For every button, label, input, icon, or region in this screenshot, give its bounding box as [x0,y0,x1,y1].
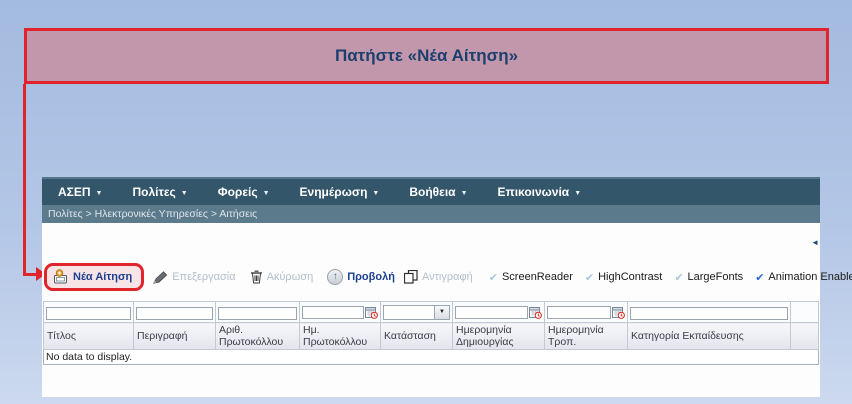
new-application-button[interactable]: Νέα Αίτηση [44,263,144,291]
column-header-katigoria-ekpaideysis[interactable]: Κατηγορία Εκπαίδευσης [628,323,791,350]
check-icon: ✔ [674,271,683,284]
new-application-label: Νέα Αίτηση [73,271,132,283]
column-header-titlos[interactable]: Τίτλος [44,323,134,350]
copy-button[interactable]: Αντιγραφή [404,270,473,284]
check-icon: ✔ [585,271,594,284]
filter-input-katigoria-ekpaideysis[interactable] [630,307,788,320]
accessibility-label: LargeFonts [688,271,744,283]
filter-input-perigrafi[interactable] [136,307,213,320]
nav-item-label: Φορείς [218,185,258,199]
chevron-down-icon: ▼ [96,190,103,197]
nav-item-label: Βοήθεια [409,185,455,199]
nav-item-label: ΑΣΕΠ [58,185,91,199]
nav-item-label: Πολίτες [132,185,175,199]
column-header-imerominia-trop[interactable]: Ημερομηνία Τροπ. [545,323,628,350]
chevron-down-icon: ▼ [263,190,270,197]
edit-button[interactable]: Επεξεργασία [153,271,235,284]
pencil-icon [153,271,168,284]
nav-item-enimerosi[interactable]: Ενημέρωση ▼ [300,185,380,199]
filter-input-im-protokollou[interactable] [302,306,364,319]
connector-line-horizontal [23,273,37,276]
view-label: Προβολή [347,271,395,283]
no-data-text: No data to display. [44,350,819,365]
nav-item-polites[interactable]: Πολίτες ▼ [132,185,187,199]
new-application-icon [52,269,69,285]
connector-line-vertical [23,84,26,275]
check-icon: ✔ [489,271,498,284]
accessibility-toggle-screenreader[interactable]: ✔ ScreenReader [489,271,573,284]
nav-item-foreis[interactable]: Φορείς ▼ [218,185,270,199]
breadcrumb-text: Πολίτες > Ηλεκτρονικές Υπηρεσίες > Αιτήσ… [48,208,257,220]
empty-table-row: No data to display. [44,350,819,365]
calendar-icon[interactable] [365,306,378,319]
filter-dropdown-katastasi[interactable]: ▼ [383,305,450,320]
accessibility-label: HighContrast [598,271,662,283]
calendar-icon[interactable] [529,306,542,319]
accessibility-label: Animation Enabled [768,271,852,283]
filter-input-titlos[interactable] [46,307,131,320]
collapse-panel-icon[interactable]: ◄ [811,239,819,247]
calendar-icon[interactable] [612,306,625,319]
dropdown-arrow-icon[interactable]: ▼ [434,306,449,319]
chevron-down-icon: ▼ [372,190,379,197]
copy-icon [404,270,418,284]
view-button[interactable]: ↑ Προβολή [327,269,395,285]
chevron-down-icon: ▼ [181,190,188,197]
cancel-button[interactable]: Ακύρωση [250,270,314,284]
accessibility-toggle-animation-enabled[interactable]: ✔ Animation Enabled [755,271,852,284]
copy-label: Αντιγραφή [422,271,473,283]
accessibility-label: ScreenReader [502,271,573,283]
check-icon: ✔ [755,271,764,284]
column-header-perigrafi[interactable]: Περιγραφή [134,323,216,350]
column-header-katastasi[interactable]: Κατάσταση [381,323,453,350]
main-navbar: ΑΣΕΠ▼Πολίτες▼Φορείς▼Ενημέρωση▼Βοήθεια▼Επ… [42,177,820,205]
column-header-imerominia-dimiourgias[interactable]: Ημερομηνία Δημιουργίας [453,323,545,350]
nav-item-label: Ενημέρωση [300,185,368,199]
accessibility-toggle-largefonts[interactable]: ✔ LargeFonts [674,271,743,284]
up-arrow-circle-icon: ↑ [327,269,343,285]
cancel-label: Ακύρωση [267,271,314,283]
filter-row: ▼ [44,302,819,323]
column-header-arith-protokollou[interactable]: Αριθ. Πρωτοκόλλου [216,323,300,350]
filter-input-imerominia-trop[interactable] [547,306,611,319]
chevron-down-icon: ▼ [574,190,581,197]
accessibility-toggle-highcontrast[interactable]: ✔ HighContrast [585,271,662,284]
application-window: ΑΣΕΠ▼Πολίτες▼Φορείς▼Ενημέρωση▼Βοήθεια▼Επ… [42,177,820,397]
chevron-down-icon: ▼ [461,190,468,197]
header-row: ΤίτλοςΠεριγραφήΑριθ. ΠρωτοκόλλουΗμ. Πρωτ… [44,323,819,350]
toolbar: Νέα Αίτηση Επεξεργασία Ακύρωση ↑ [44,262,852,292]
trash-icon [250,270,263,284]
nav-item-voithia[interactable]: Βοήθεια ▼ [409,185,467,199]
filter-input-arith-protokollou[interactable] [218,307,297,320]
filter-input-imerominia-dimiourgias[interactable] [455,306,528,319]
edit-label: Επεξεργασία [172,271,235,283]
instruction-banner-text: Πατήστε «Νέα Αίτηση» [335,46,518,66]
breadcrumb[interactable]: Πολίτες > Ηλεκτρονικές Υπηρεσίες > Αιτήσ… [42,205,820,223]
applications-table: ▼ ΤίτλοςΠεριγραφήΑριθ. ΠρωτοκόλλουΗμ. Πρω… [43,301,819,365]
nav-item-asep[interactable]: ΑΣΕΠ ▼ [58,185,102,199]
nav-item-label: Επικοινωνία [498,185,570,199]
column-header-spacer [791,323,819,350]
nav-item-epikoinonia[interactable]: Επικοινωνία ▼ [498,185,582,199]
instruction-banner: Πατήστε «Νέα Αίτηση» [24,28,829,84]
column-header-im-protokollou[interactable]: Ημ. Πρωτοκόλλου [300,323,381,350]
accessibility-toggles: ✔ ScreenReader ✔ HighContrast ✔ LargeFonts ✔ An… [489,271,852,284]
